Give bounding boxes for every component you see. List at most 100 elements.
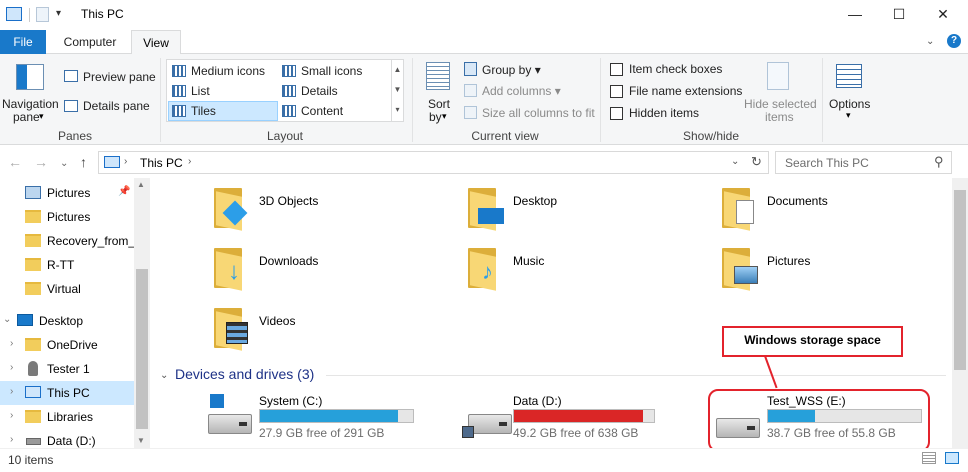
forward-icon[interactable]: →: [34, 154, 48, 170]
folder-tile-videos[interactable]: Videos: [214, 308, 444, 356]
collapsed-chevron-icon[interactable]: ›: [10, 386, 13, 397]
navigation-pane-label-2[interactable]: pane: [13, 110, 40, 124]
layout-details[interactable]: Details: [301, 84, 338, 98]
breadcrumb-chevron-icon[interactable]: ›: [124, 156, 127, 167]
layout-medium-icons[interactable]: Medium icons: [191, 64, 265, 78]
collapsed-chevron-icon[interactable]: ›: [10, 410, 13, 421]
details-pane-button[interactable]: Details pane: [83, 99, 150, 113]
layout-small-icons[interactable]: Small icons: [301, 64, 362, 78]
nav-item-virtual[interactable]: Virtual: [0, 277, 134, 301]
folder-tile-music[interactable]: ♪ Music: [468, 248, 698, 296]
folder-icon: [25, 282, 41, 295]
item-check-boxes-checkbox[interactable]: [610, 63, 623, 76]
tab-computer[interactable]: Computer: [54, 30, 126, 54]
nav-item-pictures[interactable]: Pictures: [0, 205, 134, 229]
file-name-extensions-label[interactable]: File name extensions: [629, 84, 742, 98]
scroll-down-icon[interactable]: ▼: [137, 436, 145, 445]
preview-pane-button[interactable]: Preview pane: [83, 70, 156, 84]
sort-by-label-2[interactable]: by: [429, 110, 442, 124]
scroll-up-icon[interactable]: ▲: [137, 180, 145, 189]
ribbon-minimize-icon[interactable]: ⌄: [926, 36, 934, 47]
content-icon: [282, 105, 296, 117]
collapsed-chevron-icon[interactable]: ›: [10, 434, 13, 445]
nav-item-this-pc[interactable]: › This PC: [0, 381, 134, 405]
this-pc-icon: [104, 156, 120, 168]
options-icon[interactable]: [836, 64, 862, 88]
layout-tiles[interactable]: Tiles: [191, 104, 216, 118]
options-button[interactable]: Options: [829, 97, 870, 111]
help-icon[interactable]: ?: [947, 34, 961, 48]
recent-locations-icon[interactable]: ⌄: [60, 158, 68, 169]
layout-scroll-icon[interactable]: ▲ ▼ ▾: [391, 60, 403, 121]
nav-item-label: Data (D:): [47, 434, 96, 448]
tab-file[interactable]: File: [0, 30, 46, 54]
folder-icon: [25, 338, 41, 351]
details-icon: [282, 85, 296, 97]
drive-usage-fill: [514, 410, 644, 422]
nav-item-r-tt[interactable]: R-TT: [0, 253, 134, 277]
properties-icon[interactable]: [36, 7, 49, 22]
folder-tile-downloads[interactable]: ↓ Downloads: [214, 248, 444, 296]
folder-tile-3d-objects[interactable]: 3D Objects: [214, 188, 444, 236]
drive-tile-system-c[interactable]: System (C:) 27.9 GB free of 291 GB: [208, 392, 448, 444]
navigation-pane-label[interactable]: Navigation: [2, 97, 59, 111]
back-icon[interactable]: ←: [8, 154, 22, 170]
section-collapse-icon[interactable]: ⌄: [160, 370, 168, 381]
windows-logo-icon: [210, 394, 224, 408]
breadcrumb-chevron-icon[interactable]: ›: [188, 156, 191, 167]
pin-icon[interactable]: 📌: [118, 186, 130, 197]
sort-by-label[interactable]: Sort: [428, 97, 450, 111]
collapsed-chevron-icon[interactable]: ›: [10, 338, 13, 349]
nav-item-label: Virtual: [47, 282, 81, 296]
tab-view[interactable]: View: [131, 30, 181, 55]
nav-item-pictures-pinned[interactable]: Pictures 📌: [0, 181, 134, 205]
layout-list[interactable]: List: [191, 84, 210, 98]
refresh-icon[interactable]: ↻: [751, 154, 762, 170]
item-check-boxes-label[interactable]: Item check boxes: [629, 62, 722, 76]
layout-content[interactable]: Content: [301, 104, 343, 118]
collapsed-chevron-icon[interactable]: ›: [10, 362, 13, 373]
nav-item-libraries[interactable]: › Libraries: [0, 405, 134, 429]
details-view-icon[interactable]: [922, 452, 936, 464]
folder-tile-desktop[interactable]: Desktop: [468, 188, 698, 236]
nav-item-tester[interactable]: › Tester 1: [0, 357, 134, 381]
sort-by-dropdown-icon[interactable]: ▾: [442, 111, 447, 122]
qat-dropdown-icon[interactable]: ▾: [56, 8, 61, 19]
nav-item-recovery[interactable]: Recovery_from_l: [0, 229, 134, 253]
music-note-icon: ♪: [482, 259, 493, 284]
minimize-icon[interactable]: —: [832, 0, 878, 30]
address-bar[interactable]: [98, 151, 769, 174]
maximize-icon[interactable]: ☐: [876, 0, 922, 30]
hidden-items-label[interactable]: Hidden items: [629, 106, 699, 120]
drive-tile-data-d[interactable]: Data (D:) 49.2 GB free of 638 GB: [462, 392, 702, 444]
small-icons-icon: [282, 65, 296, 77]
document-icon: [736, 200, 754, 224]
navigation-pane-dropdown-icon[interactable]: ▾: [39, 111, 44, 122]
expanded-chevron-icon[interactable]: ⌄: [3, 314, 11, 325]
breadcrumb[interactable]: This PC: [140, 156, 183, 170]
folder-icon: [25, 234, 41, 247]
nav-pane-scroll-thumb[interactable]: [136, 269, 148, 429]
film-icon: [226, 322, 248, 344]
navigation-pane-icon[interactable]: [16, 64, 44, 90]
folder-name: 3D Objects: [259, 194, 319, 208]
hidden-items-checkbox[interactable]: [610, 107, 623, 120]
folder-tile-pictures[interactable]: Pictures: [722, 248, 952, 296]
search-icon[interactable]: ⚲: [934, 154, 944, 170]
pictures-icon: [25, 186, 41, 199]
folder-tile-documents[interactable]: Documents: [722, 188, 952, 236]
content-scroll-thumb[interactable]: [954, 190, 966, 370]
sort-by-icon[interactable]: [426, 62, 450, 90]
close-icon[interactable]: ✕: [920, 0, 966, 30]
group-label-current-view: Current view: [471, 129, 539, 143]
nav-item-desktop[interactable]: ⌄ Desktop: [0, 309, 134, 333]
file-name-extensions-checkbox[interactable]: [610, 85, 623, 98]
group-by-button[interactable]: Group by ▾: [482, 63, 541, 77]
ribbon-separator: [600, 58, 601, 142]
nav-item-onedrive[interactable]: › OneDrive: [0, 333, 134, 357]
address-dropdown-icon[interactable]: ⌄: [731, 156, 739, 167]
up-icon[interactable]: ↑: [80, 154, 87, 170]
options-dropdown-icon[interactable]: ▾: [846, 110, 851, 121]
devices-section-header[interactable]: Devices and drives (3): [175, 366, 314, 382]
large-icons-view-icon[interactable]: [945, 452, 959, 464]
